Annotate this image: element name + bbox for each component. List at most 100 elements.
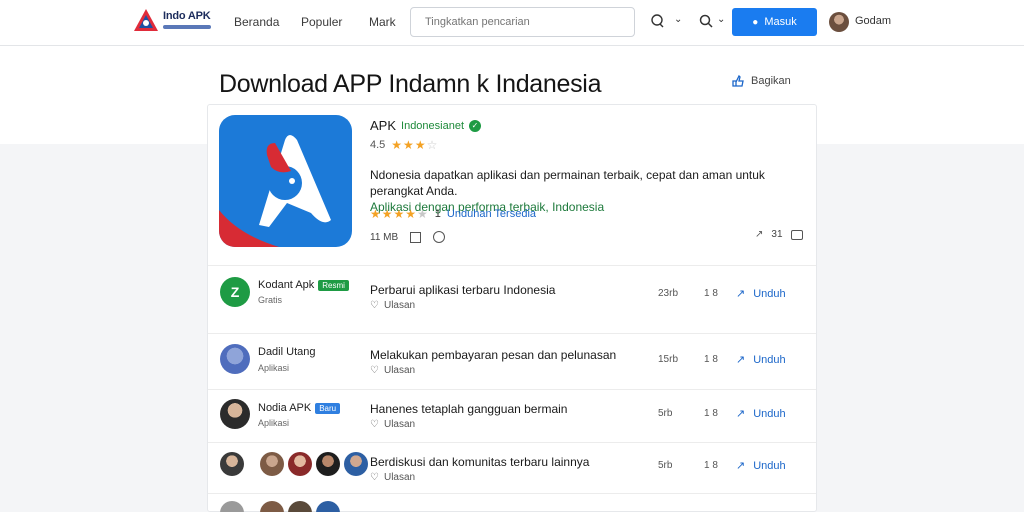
app-icon[interactable] [219,115,352,247]
share-icon: ↗ [736,288,746,300]
publisher-link[interactable]: Indonesianet [401,120,464,132]
avatar [316,452,340,476]
rating-value: 4.5 [370,139,386,151]
row-text: Berdiskusi dan komunitas terbaru lainnya [370,455,590,469]
download-label: Unduh [753,459,786,472]
inbox-icon[interactable] [790,229,803,240]
page-title: Download APP Indamn k Indanesia [219,70,602,98]
share-icon: ↗ [736,408,746,420]
list-item[interactable]: Nodia APK Baru Aplikasi Hanenes tetaplah… [208,389,816,441]
search-icon[interactable] [699,14,713,28]
like-icon[interactable]: ↗ [755,229,763,240]
login-label: Masuk [764,16,797,28]
app-name-line: APK Indonesianet ✓ [370,118,482,133]
row-meta-label: Ulasan [383,419,416,430]
row-subtitle: Aplikasi [258,363,290,373]
chevron-down-icon[interactable]: ⌄ [674,14,682,25]
download-button[interactable]: ↗ Unduh [736,353,786,367]
row-meta-label: Ulasan [383,300,416,311]
download-label: Unduh [753,407,786,420]
nav-popular[interactable]: Populer [301,15,342,29]
rating-line: 4.5 ★★★☆ [370,138,438,152]
row-meta-label: Ulasan [383,365,416,376]
comment-icon: ♡ [370,300,379,311]
login-button[interactable]: ● Masuk [732,8,817,36]
list-item[interactable]: Berdiskusi dan komunitas terbaru lainnya… [208,442,816,492]
download-label: Unduh [753,353,786,366]
status-badge: Baru [315,402,341,414]
row-title: Kodant Apk [258,279,315,291]
row-title-line: Nodia APK Baru [258,402,341,414]
info-line: 11 MB [370,231,446,243]
avatar-stack [220,501,340,512]
row-title-line: Kodant Apk Resmi [258,279,349,291]
row-count-secondary: 1 8 [704,460,718,471]
share-button[interactable]: Bagikan [731,74,791,88]
clock-icon[interactable] [433,231,446,243]
comment-icon: ♡ [370,472,379,483]
logo-icon[interactable] [132,7,160,35]
row-count: 23rb [658,288,679,299]
row-text: Hanenes tetaplah gangguan bermain [370,402,568,416]
row-title: Dadil Utang [258,346,316,358]
square-icon[interactable] [410,231,422,243]
app-size: 11 MB [370,231,399,243]
row-title-line: Dadil Utang [258,346,315,358]
like-count: 31 [771,229,783,240]
row-text: Melakukan pembayaran pesan dan pelunasan [370,348,617,362]
chevron-down-icon[interactable]: ⌄ [717,14,725,25]
list-item[interactable]: Z Kodant Apk Resmi Gratis Perbarui aplik… [208,265,816,332]
avatar [288,452,312,476]
row-count: 5rb [658,408,673,419]
rating-stars-icon: ★★★☆ [391,138,439,152]
list-item[interactable]: Dadil Utang Aplikasi Melakukan pembayara… [208,333,816,388]
avatar-stack [220,452,368,476]
meta-line: ★★★★★ 1 Unduhan Tersedia [370,207,536,221]
meta-count: 1 [434,208,441,220]
download-button[interactable]: ↗ Unduh [736,407,786,421]
app-logo-icon [219,135,331,247]
row-meta: ♡ Ulasan [370,365,415,376]
list-item[interactable] [208,493,816,512]
chat-icon[interactable] [650,13,666,29]
avatar [220,452,244,476]
row-subtitle: Aplikasi [258,418,290,428]
download-button[interactable]: ↗ Unduh [736,459,786,473]
download-button[interactable]: ↗ Unduh [736,287,786,301]
share-icon: ↗ [736,460,746,472]
avatar [220,399,250,429]
row-count-secondary: 1 8 [704,354,718,365]
user-name[interactable]: Godam [855,15,891,27]
search-input[interactable] [410,7,635,37]
downloads-link[interactable]: Unduhan Tersedia [447,208,536,220]
card-actions: ↗ 31 [755,229,803,240]
share-icon: ↗ [736,354,746,366]
avatar[interactable] [829,12,849,32]
user-icon: ● [752,16,759,28]
top-bar: Indo APK Beranda Populer Mark ⌄ ⌄ ● Masu… [0,0,1024,46]
status-badge: Resmi [318,279,349,291]
app-name: APK [370,118,397,133]
nav-home[interactable]: Beranda [234,15,279,29]
avatar [220,501,244,512]
avatar [220,344,250,374]
row-text: Perbarui aplikasi terbaru Indonesia [370,283,556,297]
row-count-secondary: 1 8 [704,408,718,419]
avatar: Z [220,277,250,307]
rating-stars-icon: ★★★★★ [370,207,429,221]
download-label: Unduh [753,287,786,300]
row-title: Nodia APK [258,402,312,414]
comment-icon: ♡ [370,419,379,430]
row-meta: ♡ Ulasan [370,472,415,483]
row-subtitle: Gratis [258,295,283,305]
avatar [288,501,312,512]
comment-icon: ♡ [370,365,379,376]
nav-mark[interactable]: Mark [369,15,396,29]
row-count: 15rb [658,354,679,365]
description-main: Ndonesia dapatkan aplikasi dan permainan… [370,168,765,198]
avatar [316,501,340,512]
share-label: Bagikan [751,75,791,87]
verified-icon: ✓ [469,119,482,132]
avatar [344,452,368,476]
